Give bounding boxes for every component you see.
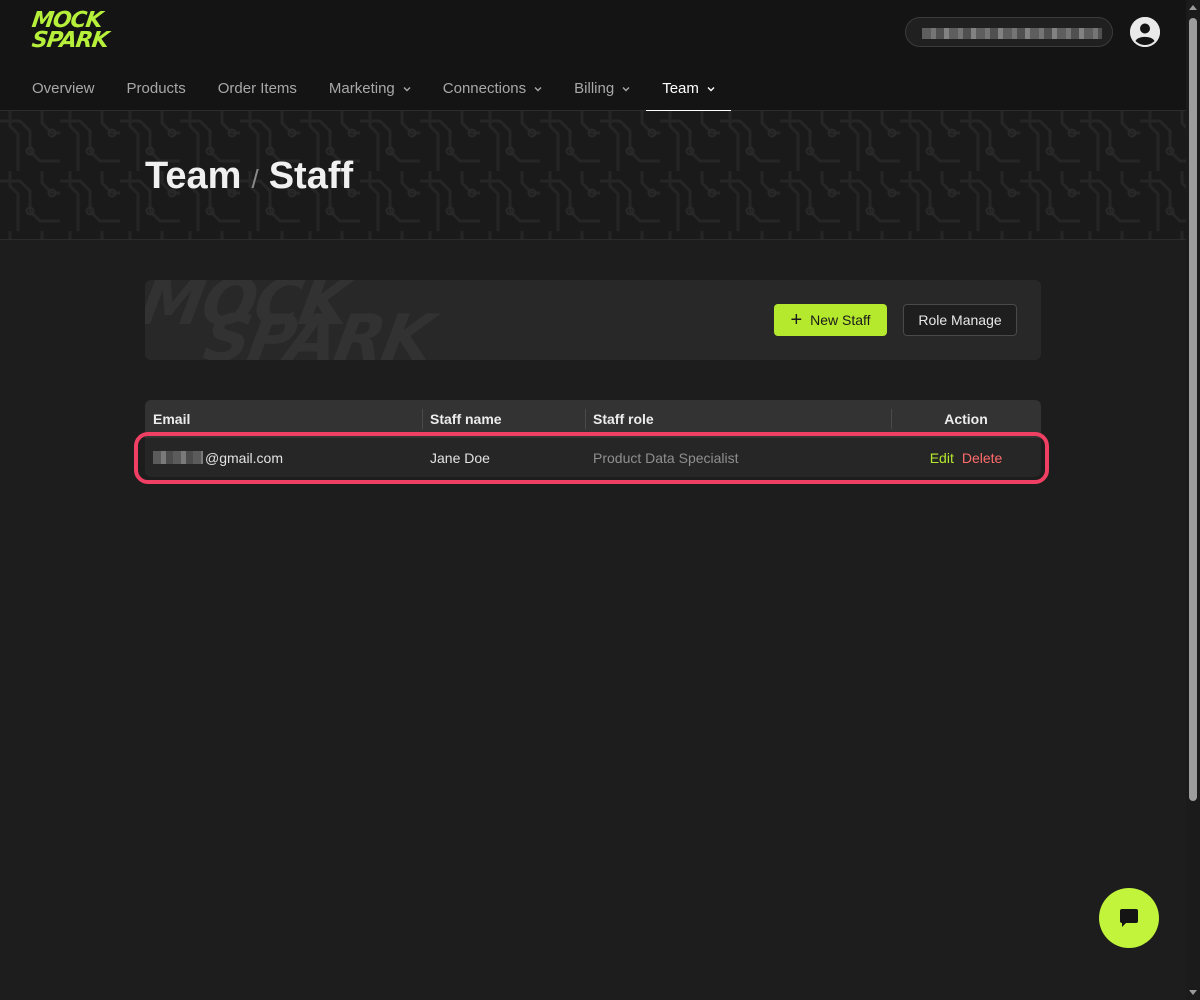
user-circle-icon[interactable]	[1130, 17, 1160, 47]
column-header-staff-role: Staff role	[585, 400, 891, 438]
nav-label: Products	[126, 80, 186, 97]
mock-spark-logo[interactable]: MOCK SPARK	[30, 6, 120, 56]
table-row: @gmail.com Jane Doe Product Data Special…	[145, 438, 1041, 477]
breadcrumb-separator: /	[251, 164, 259, 194]
redacted-email-user	[153, 451, 203, 464]
nav-label: Billing	[574, 80, 615, 97]
nav-billing[interactable]: Billing	[558, 66, 646, 111]
chat-button[interactable]	[1099, 888, 1159, 948]
column-header-staff-name: Staff name	[422, 400, 585, 438]
column-header-action: Action	[891, 400, 1041, 438]
staff-table: Email Staff name Staff role Action @gmai…	[145, 400, 1041, 477]
page-title: Staff	[268, 155, 354, 197]
redacted-account-text	[922, 28, 1102, 39]
cell-staff-name: Jane Doe	[430, 449, 490, 466]
nav-label: Marketing	[328, 80, 395, 97]
nav-overview[interactable]: Overview	[16, 66, 111, 111]
nav-order-items[interactable]: Order Items	[202, 66, 313, 111]
email-domain: @gmail.com	[205, 449, 284, 466]
nav-label: Order Items	[217, 80, 297, 97]
breadcrumb-parent[interactable]: Team	[145, 155, 241, 198]
column-header-email: Email	[153, 411, 191, 427]
watermark-logo: SPARK	[198, 302, 438, 360]
nav-marketing[interactable]: Marketing	[313, 66, 427, 111]
nav-label: Team	[662, 80, 699, 97]
account-selector[interactable]	[905, 17, 1113, 47]
scrollbar-thumb[interactable]	[1189, 18, 1197, 801]
page-banner: Team / Staff	[0, 111, 1186, 240]
new-staff-button[interactable]: + New Staff	[774, 304, 887, 336]
chevron-down-icon	[403, 86, 411, 91]
delete-link[interactable]: Delete	[962, 450, 1002, 466]
logo-line-2: SPARK	[30, 28, 110, 53]
chevron-down-icon	[534, 86, 542, 91]
nav-connections[interactable]: Connections	[427, 66, 558, 111]
nav-label: Connections	[442, 80, 527, 97]
chat-bubble-icon	[1120, 909, 1138, 927]
main-nav: Overview Products Order Items Marketing …	[0, 66, 731, 112]
table-header: Email Staff name Staff role Action	[145, 400, 1041, 438]
scroll-up-arrow-icon[interactable]	[1189, 5, 1197, 10]
role-manage-label: Role Manage	[918, 312, 1002, 328]
cell-staff-role: Product Data Specialist	[593, 449, 739, 466]
chevron-down-icon	[622, 86, 630, 91]
vertical-scrollbar[interactable]	[1186, 0, 1200, 1000]
scroll-down-arrow-icon[interactable]	[1189, 990, 1197, 995]
chevron-down-icon	[707, 86, 715, 91]
edit-link[interactable]: Edit	[930, 450, 954, 466]
nav-team[interactable]: Team	[646, 66, 731, 112]
breadcrumb: Team / Staff	[145, 155, 353, 198]
new-staff-label: New Staff	[810, 312, 871, 328]
role-manage-button[interactable]: Role Manage	[903, 304, 1017, 336]
cell-actions: Edit Delete	[891, 438, 1041, 477]
action-panel: MOCK SPARK + New Staff Role Manage	[145, 280, 1041, 360]
cell-email: @gmail.com	[145, 438, 422, 477]
plus-icon: +	[790, 309, 803, 331]
nav-label: Overview	[32, 80, 95, 97]
nav-products[interactable]: Products	[111, 66, 202, 111]
top-header: MOCK SPARK Overview Products Order Items…	[0, 0, 1186, 112]
